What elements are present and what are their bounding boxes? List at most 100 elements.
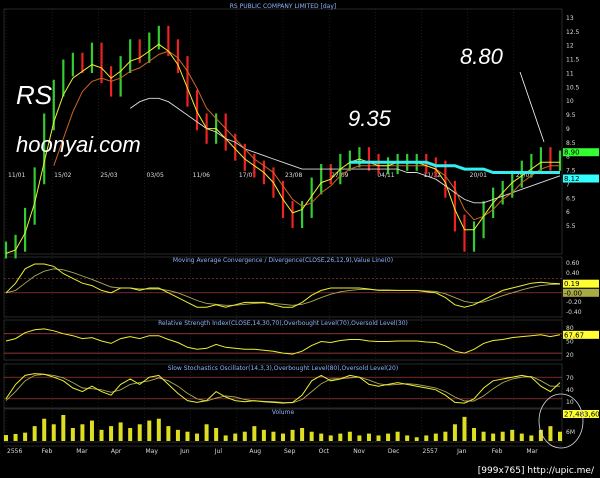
macd-tick: -0.20 [566,299,582,306]
volume-bar [214,428,219,441]
volume-bar [462,416,467,441]
price-tick: 7.5 [566,168,576,175]
price-tick: 10.5 [566,84,580,91]
symbol-label: RS [16,80,53,110]
price-tick: 11 [566,70,574,77]
stoch-tick: 70 [566,375,574,382]
x-bottom-label: Sep [284,448,296,455]
price-tick: 11.5 [566,57,580,64]
x-top-label: 04/11 [377,172,394,179]
volume-bar [32,426,37,441]
x-bottom-label: Jul [214,448,223,455]
volume-bar [13,433,18,441]
volume-bar [548,426,553,441]
volume-bar [118,422,123,441]
volume-bar [376,435,381,441]
x-bottom-label: 2557 [423,448,438,455]
x-bottom-label: Nov [353,448,365,455]
x-top-label: 11/06 [193,172,210,179]
price-tick: 10 [566,98,574,105]
macd-badge: -0.00 [564,289,582,297]
annotation-peak: 9.35 [348,106,392,131]
price-tick: 6 [566,209,570,216]
x-top-label: 25/03 [100,172,117,179]
volume-bar [328,435,333,441]
volume-bar [42,418,47,441]
volume-bar [137,424,142,441]
price-tick: 12.5 [566,29,580,36]
x-bottom-label: Mar [76,448,88,455]
volume-bar [309,431,314,441]
volume-bar [109,426,114,441]
volume-bar [204,424,209,441]
volume-bar [233,433,238,441]
x-bottom-label: 2556 [7,448,22,455]
volume-bar [281,433,285,441]
x-bottom-label: Feb [492,448,503,455]
macd-badge: 0.19 [564,280,580,288]
stoch-title: Slow Stochastics Oscillator(14,3,3),Over… [168,365,398,372]
x-bottom-label: Dec [388,448,400,455]
volume-bar [519,433,524,441]
x-bottom-label: Jun [179,448,190,455]
volume-bar [156,418,161,441]
rsi-title: Relative Strength Index(CLOSE,14,30,70),… [158,320,408,327]
x-bottom-label: Apr [111,448,122,455]
volume-tick: 6M [566,429,575,436]
x-top-label: 20/01 [470,172,487,179]
volume-bar [51,424,56,441]
volume-bar [4,435,8,441]
x-top-label: 23/08 [285,172,302,179]
volume-bar [252,426,257,441]
x-top-label: 03/05 [147,172,164,179]
volume-title: Volume [272,409,295,416]
volume-bar [61,415,66,441]
macd-pane [3,256,563,318]
volume-bar [175,429,180,441]
price-badge: 8.12 [564,175,580,183]
volume-bar [510,429,515,441]
x-bottom-label: Oct [319,448,330,455]
site-label: hoonyai.com [16,132,141,157]
x-bottom-label: Jan [456,448,466,455]
volume-bar [433,433,438,441]
x-top-label: 15/02 [54,172,71,179]
rsi-badge: 67.67 [564,331,584,339]
volume-bar [271,431,276,441]
volume-bar [491,433,496,441]
volume-bar [23,432,28,441]
price-badge: 8.90 [564,149,580,157]
footer-watermark: [999x765] http://upic.me/ [478,466,595,476]
volume-bar [500,431,505,441]
chart-title: RS PUBLIC COMPANY LIMITED [day] [230,3,336,10]
volume-bar [366,433,371,441]
price-tick: 13 [566,15,574,22]
x-bottom-label: Mar [526,448,538,455]
x-bottom-label: Aug [249,448,261,455]
volume-bar [395,431,400,441]
volume-bar [99,429,104,441]
price-tick: 12 [566,43,574,50]
volume-bar [319,433,324,441]
macd-tick: 0.40 [566,270,580,277]
price-tick: 9 [566,126,570,133]
volume-bar [338,433,343,441]
annotation-latest: 8.80 [460,44,504,69]
x-bottom-label: Feb [42,448,53,455]
volume-bar [223,435,228,441]
volume-bar [261,429,266,441]
volume-bar [185,431,190,441]
stock-chart: 11/0115/0225/0303/0511/0617/0723/0827/09… [3,3,600,476]
volume-bar [424,435,429,441]
stoch-tick: 10 [566,399,574,406]
stoch-tick: 40 [566,387,574,394]
volume-bar [472,428,477,441]
volume-bar [414,437,419,441]
volume-bar [558,431,562,441]
volume-bar [195,433,200,441]
macd-tick: 0.60 [566,260,580,267]
volume-bar [242,431,247,441]
volume-bar [70,428,75,441]
rsi-tick: 50 [566,339,574,346]
volume-bar [443,431,448,441]
